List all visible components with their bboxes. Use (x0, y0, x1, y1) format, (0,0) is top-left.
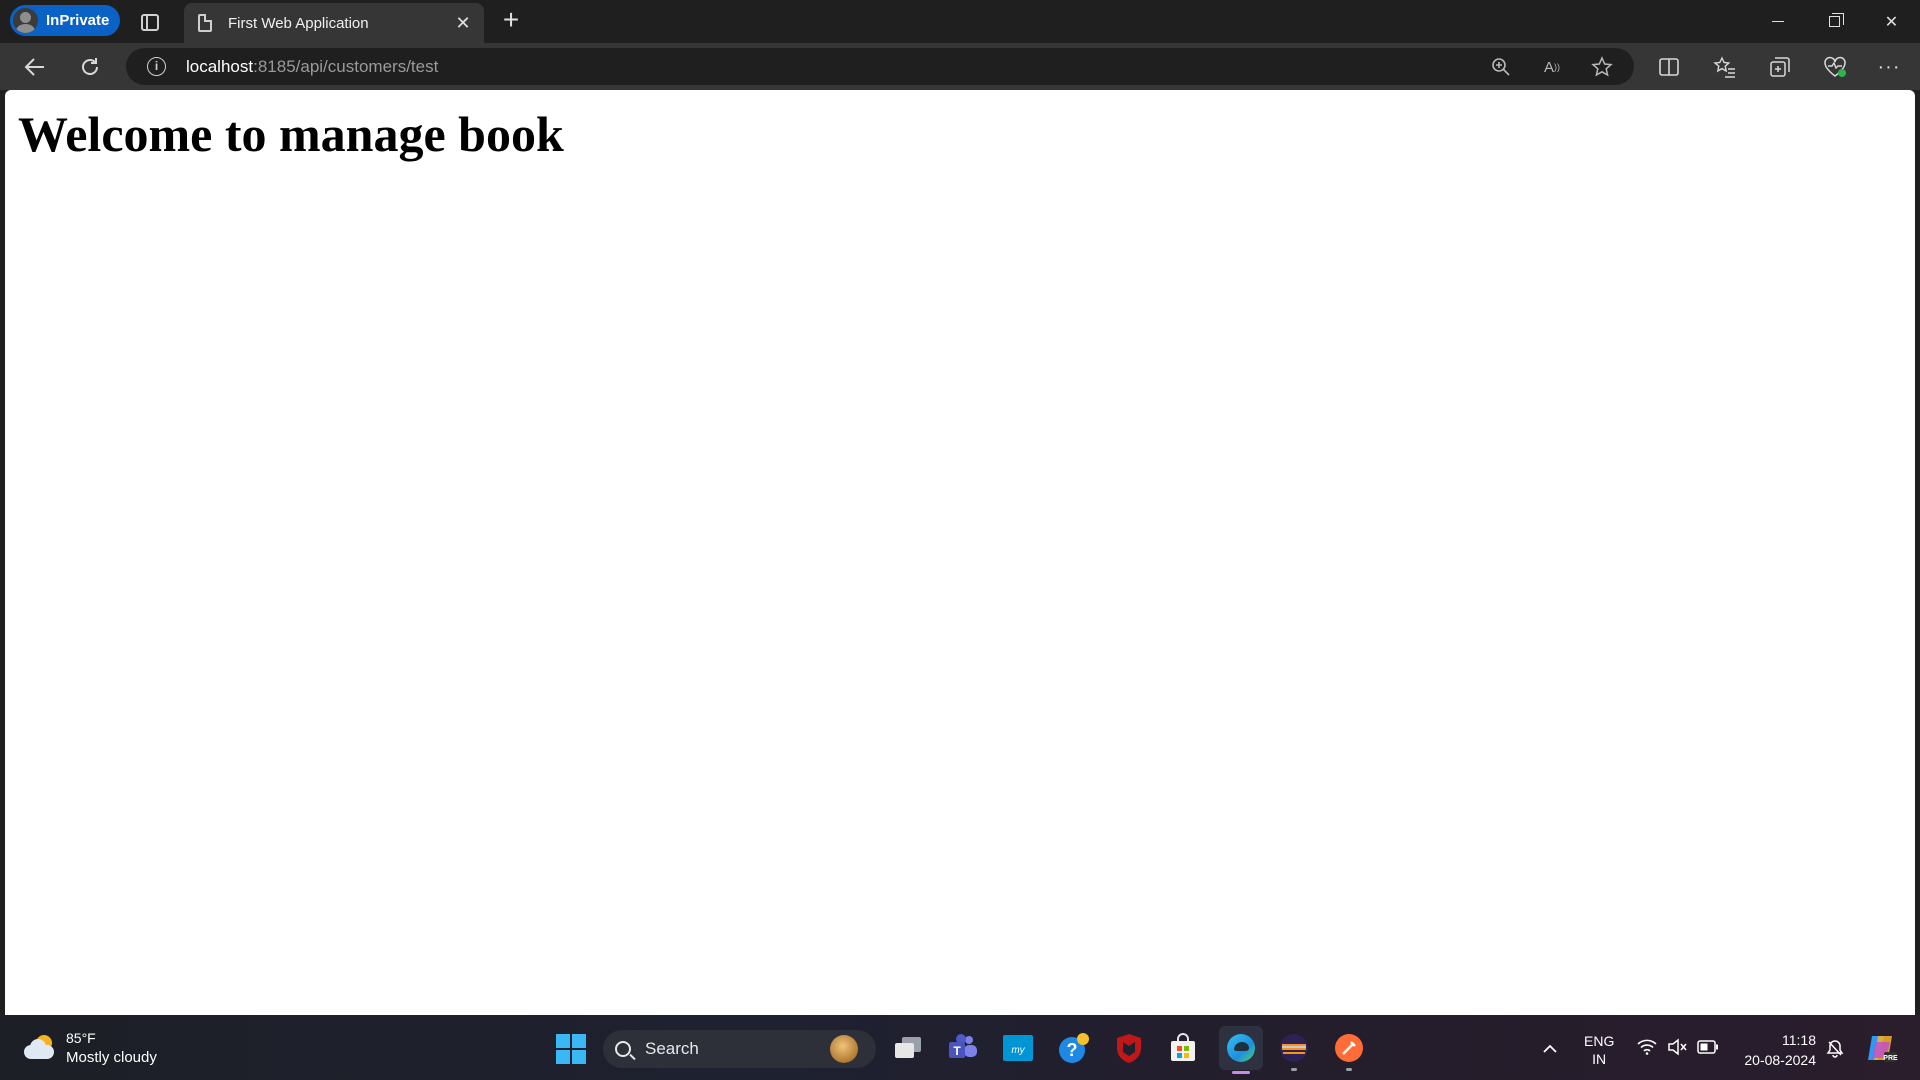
refresh-button[interactable] (76, 53, 104, 81)
star-icon (1591, 56, 1613, 77)
favorites-list-icon (1713, 56, 1735, 78)
browser-tab-active[interactable]: First Web Application ✕ (184, 3, 484, 43)
refresh-icon (82, 58, 98, 75)
inprivate-profile-button[interactable]: InPrivate (10, 5, 120, 36)
close-icon: ✕ (1884, 13, 1899, 31)
teams-icon[interactable]: T (944, 1029, 982, 1067)
postman-icon[interactable] (1330, 1029, 1368, 1071)
windows-taskbar: 85°F Mostly cloudy Search T my ? ENG IN … (0, 1015, 1920, 1080)
more-dots-icon: ··· (1877, 55, 1901, 78)
search-icon (615, 1041, 631, 1057)
url-text[interactable]: localhost:8185/api/customers/test (186, 57, 438, 77)
split-screen-button[interactable] (1655, 53, 1683, 81)
partly-cloudy-icon (22, 1033, 56, 1063)
close-window-button[interactable]: ✕ (1863, 0, 1920, 43)
clock-time: 11:18 (1782, 1032, 1816, 1048)
page-viewport: Welcome to manage book (5, 90, 1915, 1015)
get-help-icon[interactable]: ? (1055, 1029, 1093, 1067)
postman-glyph (1335, 1034, 1363, 1062)
wifi-icon[interactable] (1637, 1039, 1657, 1060)
tab-actions-menu-button[interactable] (137, 9, 163, 35)
show-hidden-icons-chevron-up-icon[interactable] (1542, 1037, 1558, 1058)
volume-muted-icon[interactable] (1667, 1038, 1687, 1061)
active-app-indicator (1232, 1071, 1250, 1074)
back-button[interactable] (21, 53, 49, 81)
back-arrow-icon (24, 58, 44, 76)
zoom-in-icon (1492, 58, 1510, 76)
svg-text:T: T (953, 1044, 961, 1058)
region-code: IN (1592, 1051, 1607, 1067)
microsoft-store-icon[interactable] (1164, 1029, 1202, 1067)
browser-essentials-button[interactable] (1821, 53, 1849, 81)
bell-glyph (1826, 1040, 1844, 1058)
profile-avatar-icon (13, 8, 38, 33)
restore-icon (1829, 13, 1844, 27)
site-info-icon[interactable]: i (147, 57, 166, 76)
weather-temperature: 85°F (66, 1030, 96, 1046)
chevron-up-icon (1543, 1044, 1557, 1053)
task-view-glyph (895, 1037, 921, 1058)
vertical-tabs-icon (141, 13, 159, 31)
wifi-glyph (1637, 1039, 1657, 1055)
tab-close-icon[interactable]: ✕ (454, 14, 472, 32)
favorite-star-icon[interactable] (1589, 54, 1615, 80)
new-tab-plus-icon[interactable]: + (498, 6, 524, 34)
open-app-indicator (1291, 1068, 1297, 1071)
copilot-icon[interactable]: PRE (1864, 1032, 1898, 1069)
page-heading: Welcome to manage book (18, 106, 564, 162)
minimize-icon (1771, 21, 1784, 22)
inprivate-label: InPrivate (46, 12, 110, 29)
help-glyph: ? (1059, 1033, 1089, 1063)
notifications-bell-icon[interactable] (1826, 1039, 1844, 1064)
myhp-glyph: my (1003, 1035, 1033, 1061)
zoom-icon[interactable] (1488, 54, 1514, 80)
eclipse-glyph (1280, 1034, 1308, 1062)
svg-text:PRE: PRE (1883, 1055, 1898, 1062)
clock-date: 20-08-2024 (1744, 1052, 1816, 1068)
input-language-indicator[interactable]: ENG IN (1584, 1032, 1614, 1068)
mcafee-shield-glyph (1117, 1034, 1141, 1063)
page-icon (198, 14, 212, 32)
heart-pulse-icon (1824, 56, 1846, 77)
teams-glyph: T (949, 1034, 977, 1058)
battery-glyph (1697, 1040, 1718, 1054)
language-code: ENG (1584, 1033, 1615, 1049)
settings-more-button[interactable]: ··· (1875, 53, 1903, 81)
open-app-indicator-2 (1346, 1068, 1352, 1071)
copilot-glyph: PRE (1868, 1036, 1898, 1062)
task-view-icon[interactable] (889, 1029, 927, 1067)
collections-button[interactable] (1766, 53, 1794, 81)
edge-glyph (1227, 1034, 1255, 1062)
eclipse-ide-icon[interactable] (1275, 1029, 1313, 1071)
system-clock[interactable]: 11:18 20-08-2024 (1738, 1030, 1816, 1070)
search-label: Search (645, 1039, 699, 1058)
mcafee-icon[interactable] (1110, 1029, 1148, 1067)
weather-description: Mostly cloudy (66, 1049, 157, 1066)
svg-text:?: ? (1067, 1040, 1078, 1060)
address-bar[interactable]: i localhost:8185/api/customers/test A)) (126, 48, 1634, 85)
taskbar-search[interactable]: Search (603, 1030, 876, 1068)
url-path: :8185/api/customers/test (253, 57, 439, 76)
favorites-button[interactable] (1711, 53, 1739, 81)
start-windows-icon[interactable] (556, 1034, 586, 1064)
browser-title-bar: InPrivate First Web Application ✕ + ✕ (0, 0, 1920, 43)
myhp-icon[interactable]: my (999, 1029, 1037, 1067)
window-controls: ✕ (1749, 0, 1920, 43)
read-aloud-icon[interactable]: A)) (1539, 54, 1565, 80)
speaker-mute-glyph (1668, 1038, 1687, 1056)
tab-title: First Web Application (228, 14, 369, 32)
collections-icon (1770, 57, 1790, 77)
split-screen-icon (1659, 58, 1679, 76)
browser-toolbar: i localhost:8185/api/customers/test A)) (0, 43, 1920, 90)
restore-button[interactable] (1806, 0, 1863, 43)
minimize-button[interactable] (1749, 0, 1806, 43)
weather-widget[interactable]: 85°F Mostly cloudy (22, 1029, 157, 1067)
search-highlight-icon (830, 1035, 858, 1063)
battery-icon[interactable] (1697, 1040, 1719, 1059)
edge-browser-icon[interactable] (1219, 1026, 1263, 1074)
url-host: localhost (186, 57, 254, 76)
svg-text:my: my (1011, 1045, 1025, 1056)
store-glyph (1171, 1033, 1195, 1061)
